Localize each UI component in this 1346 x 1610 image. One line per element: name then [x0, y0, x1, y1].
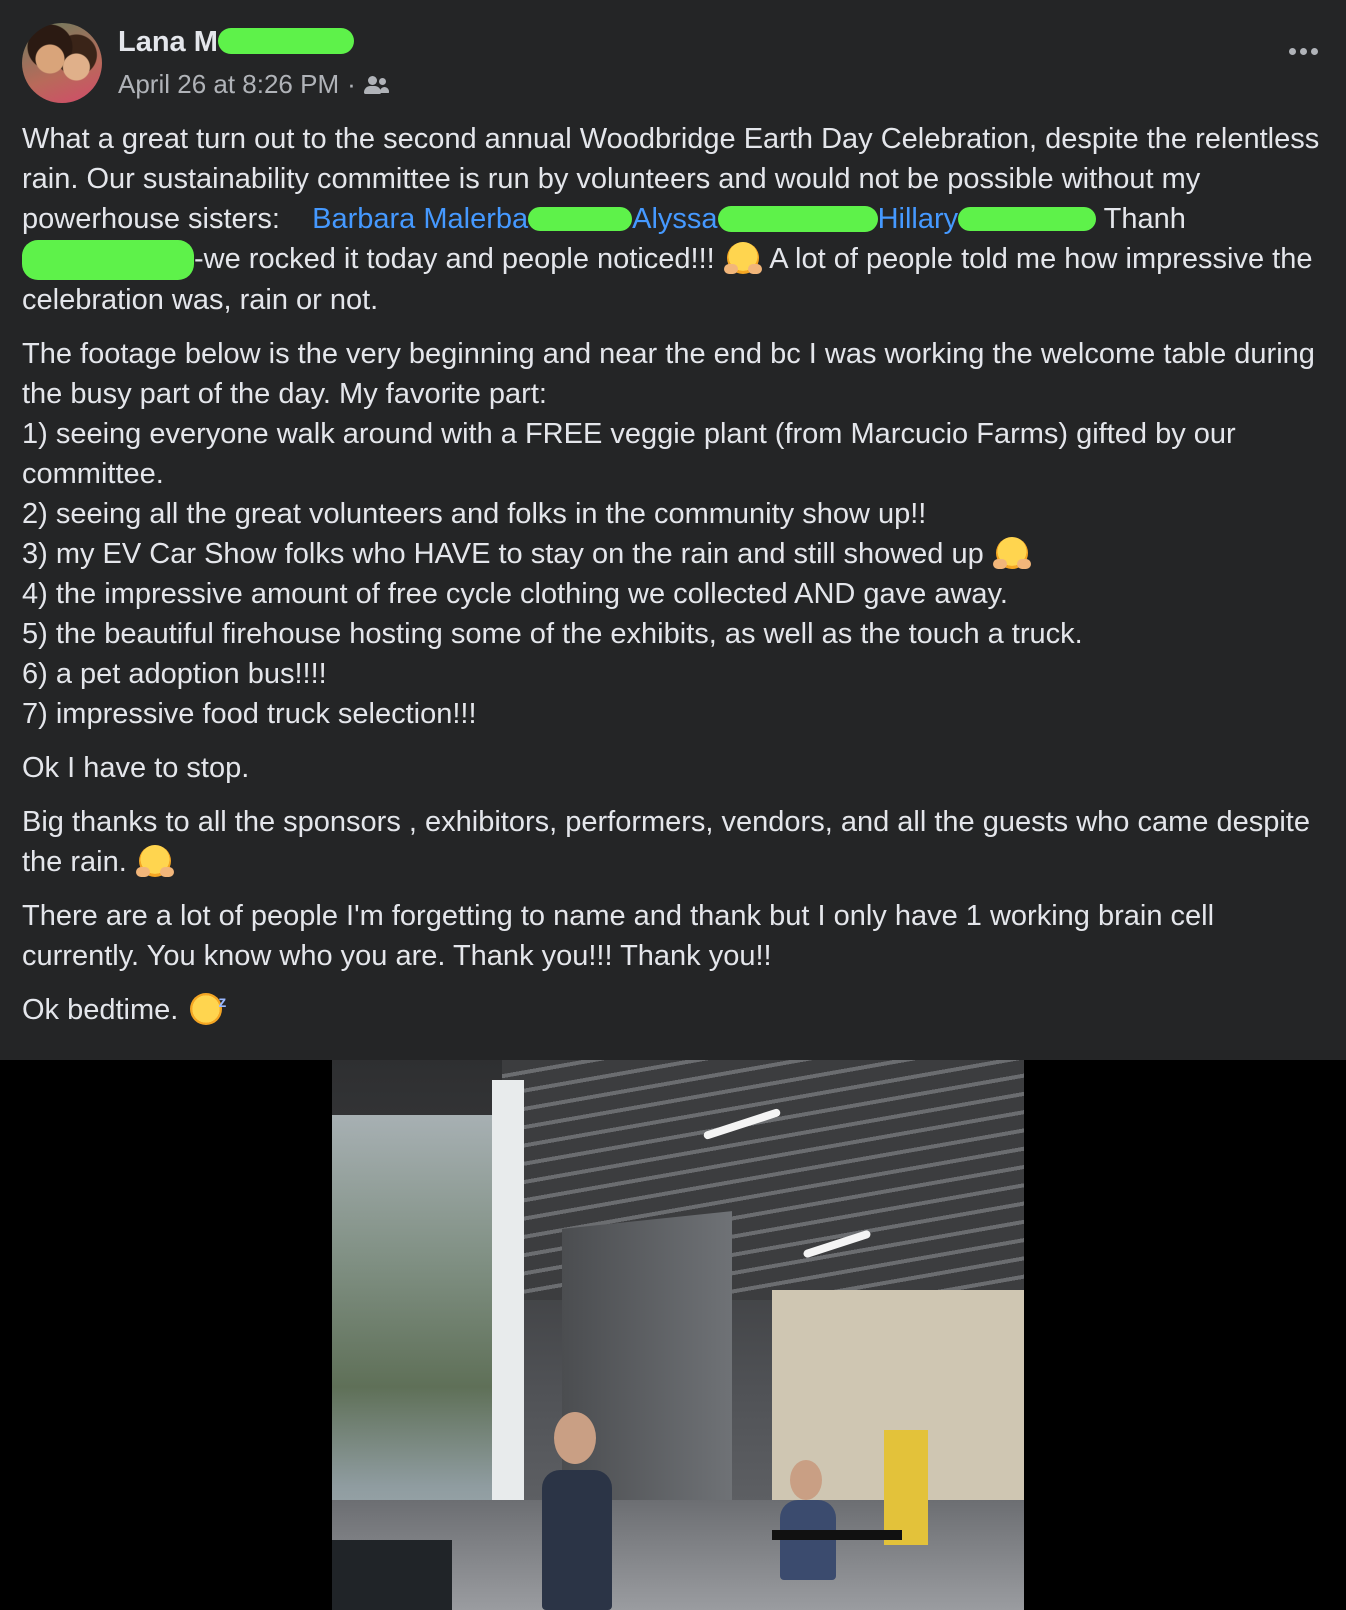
author-name-text[interactable]: Lana M [118, 26, 218, 58]
redaction-mark [528, 207, 633, 231]
video-player[interactable] [332, 1060, 1024, 1610]
redaction-mark [22, 240, 194, 280]
redaction-mark [958, 207, 1097, 231]
mention-barbara[interactable]: Barbara Malerba [312, 203, 528, 235]
list-item: 7) impressive food truck selection!!! [22, 698, 477, 730]
person-head [554, 1412, 596, 1464]
mention-thanh: Thanh [1103, 203, 1186, 235]
author-name[interactable]: Lana M [118, 26, 218, 59]
redaction-mark [717, 206, 878, 232]
post-timestamp[interactable]: April 26 at 8:26 PM [118, 69, 339, 100]
mention-hillary[interactable]: Hillary [878, 203, 959, 235]
guitarist [542, 1470, 612, 1610]
keyboard [772, 1530, 902, 1540]
paragraph-2: The footage below is the very beginning … [22, 338, 1315, 730]
sleeping-face-emoji [190, 983, 226, 1025]
drum-kit [332, 1540, 452, 1610]
hugging-face-emoji [992, 537, 1031, 569]
meta-separator: · [347, 69, 356, 99]
paragraph-6: Ok bedtime. [22, 983, 1322, 1030]
author-avatar[interactable] [22, 23, 102, 103]
hugging-face-emoji [723, 242, 762, 274]
list-item: 5) the beautiful firehouse hosting some … [22, 618, 1083, 650]
more-options-button[interactable] [1289, 48, 1318, 55]
list-item: 6) a pet adoption bus!!!! [22, 658, 327, 690]
post-body: What a great turn out to the second annu… [22, 119, 1322, 1044]
hugging-face-emoji [135, 845, 174, 877]
facebook-post: Lana M April 26 at 8:26 PM · What a grea… [0, 0, 1346, 1060]
yellow-cabinet [884, 1430, 928, 1545]
list-item: 3) my EV Car Show folks who HAVE to stay… [22, 538, 984, 570]
person-head [790, 1460, 822, 1500]
paragraph-1: What a great turn out to the second annu… [22, 123, 1320, 316]
more-options-icon [1289, 48, 1296, 55]
list-item: 1) seeing everyone walk around with a FR… [22, 418, 1236, 490]
keyboardist [780, 1500, 836, 1580]
list-item: 4) the impressive amount of free cycle c… [22, 578, 1008, 610]
post-media [0, 1060, 1346, 1610]
post-meta: April 26 at 8:26 PM · [118, 69, 389, 100]
list-item: 2) seeing all the great volunteers and f… [22, 498, 927, 530]
paragraph-4: Big thanks to all the sponsors , exhibit… [22, 806, 1310, 878]
paragraph-3: Ok I have to stop. [22, 752, 250, 784]
friends-icon [363, 75, 389, 95]
paragraph-5: There are a lot of people I'm forgetting… [22, 900, 1215, 972]
redaction-mark [218, 28, 354, 54]
mention-alyssa[interactable]: Alyssa [632, 203, 717, 235]
